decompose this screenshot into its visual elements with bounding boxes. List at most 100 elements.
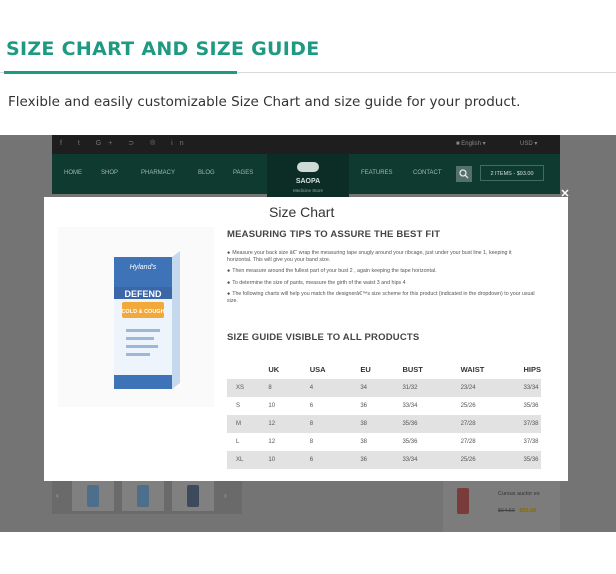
table-cell: 27/28 (451, 433, 515, 451)
language-label: English (461, 141, 481, 147)
product-image: Hyland's DEFEND COLD & COUGH (58, 227, 214, 407)
table-row: XL 10 6 36 33/34 25/26 35/36 (227, 451, 541, 469)
nav-home[interactable]: HOME (64, 170, 82, 176)
table-cell: 33/34 (393, 397, 452, 415)
currency-label: USD (520, 141, 533, 147)
table-cell: 35/36 (393, 433, 452, 451)
table-cell: 35/36 (514, 397, 541, 415)
table-cell: 36 (351, 397, 394, 415)
table-cell: S (227, 397, 260, 415)
table-cell: 37/38 (514, 415, 541, 433)
table-cell: 38 (351, 433, 394, 451)
table-cell: 37/38 (514, 433, 541, 451)
table-cell: M (227, 415, 260, 433)
table-cell: 4 (300, 379, 352, 397)
logo-tagline: Medicine Store (292, 188, 323, 193)
tip-text: Measure your back size â€“ wrap the meas… (227, 250, 512, 263)
table-cell: 35/36 (393, 415, 452, 433)
modal-title: Size Chart (269, 204, 335, 220)
table-cell: 6 (300, 451, 352, 469)
store-screenshot: f t G+ ⊃ ® in ■ English ▾ USD ▾ HOME SHO… (0, 135, 616, 532)
table-cell: L (227, 433, 260, 451)
product-brand: Hyland's (130, 264, 157, 271)
nav-features[interactable]: FEATURES (361, 170, 393, 176)
table-cell: 12 (259, 415, 301, 433)
sale-price: $55.00 (519, 508, 537, 514)
pill-logo-icon (297, 162, 319, 172)
measuring-tips: ● Measure your back size â€“ wrap the mea… (227, 250, 537, 310)
nav-shop[interactable]: SHOP (101, 170, 118, 176)
table-row: L 12 8 38 35/36 27/28 37/38 (227, 433, 541, 451)
search-button[interactable] (456, 166, 472, 182)
tip-item: ● Measure your back size â€“ wrap the mea… (227, 250, 512, 263)
old-price: $64.50 (498, 508, 515, 514)
column-header: HIPS (514, 360, 541, 379)
size-chart-modal: ✕ Size Chart Hyland's DEFEND COLD & COUG… (44, 188, 570, 481)
table-cell: 6 (300, 397, 352, 415)
related-product-name: Cursus auctor es (498, 491, 540, 497)
table-cell: XL (227, 451, 260, 469)
cart-button[interactable]: 2 ITEMS - $93.00 (480, 165, 544, 181)
table-cell: 25/26 (451, 397, 515, 415)
product-box-image: Hyland's DEFEND COLD & COUGH (114, 251, 180, 389)
tip-item: ● The following charts will help you matc… (227, 291, 535, 304)
tip-text: Then measure around the fullest part of … (232, 268, 437, 275)
product-thumbnails: ‹ › (52, 478, 242, 514)
nav-pages[interactable]: PAGES (233, 170, 253, 176)
thumb-prev-icon[interactable]: ‹ (56, 491, 59, 500)
language-select[interactable]: ■ English ▾ (456, 140, 486, 147)
product-subtitle: COLD & COUGH (121, 309, 164, 315)
logo-text: SAOPA (295, 178, 321, 185)
table-cell: 12 (259, 433, 301, 451)
nav-contact[interactable]: CONTACT (413, 170, 442, 176)
thumbnail-1[interactable] (72, 481, 114, 511)
table-cell: 8 (300, 433, 352, 451)
page-subtitle: Flexible and easily customizable Size Ch… (8, 94, 521, 110)
table-row: XS 8 4 34 31/32 23/24 33/34 (227, 379, 541, 397)
nav-blog[interactable]: BLOG (198, 170, 215, 176)
table-row: M 12 8 38 35/36 27/28 37/38 (227, 415, 541, 433)
tip-text: The following charts will help you match… (227, 291, 535, 304)
table-cell: 10 (259, 451, 301, 469)
page-title: SIZE CHART AND SIZE GUIDE (6, 38, 320, 60)
column-header: UK (259, 360, 301, 379)
table-row: S 10 6 36 33/34 25/26 35/36 (227, 397, 541, 415)
related-product-price: $64.50 $55.00 (498, 508, 536, 514)
currency-select[interactable]: USD ▾ (520, 140, 537, 147)
column-header: USA (300, 360, 352, 379)
table-cell: 36 (351, 451, 394, 469)
column-header (227, 360, 260, 379)
social-icons[interactable]: f t G+ ⊃ ® in (60, 139, 191, 147)
table-cell: 33/34 (514, 379, 541, 397)
table-cell: 31/32 (393, 379, 452, 397)
table-cell: 25/26 (451, 451, 515, 469)
title-underline (4, 71, 237, 74)
related-product-card[interactable]: Cursus auctor es $64.50 $55.00 (443, 478, 560, 532)
search-icon (459, 169, 469, 179)
product-name: DEFEND (124, 289, 162, 299)
table-cell: 10 (259, 397, 301, 415)
tip-item: ● Then measure around the fullest part of… (227, 268, 437, 275)
table-cell: 8 (259, 379, 301, 397)
table-cell: 27/28 (451, 415, 515, 433)
tip-text: To determine the size of pants, measure … (232, 279, 406, 286)
size-guide-heading: SIZE GUIDE VISIBLE TO ALL PRODUCTS (227, 332, 420, 343)
column-header: EU (351, 360, 394, 379)
size-table-header: UK USA EU BUST WAIST HIPS (227, 360, 541, 379)
thumbnail-2[interactable] (122, 481, 164, 511)
table-cell: 34 (351, 379, 394, 397)
table-cell: XS (227, 379, 260, 397)
tip-item: ● To determine the size of pants, measure… (227, 279, 406, 286)
table-cell: 23/24 (451, 379, 515, 397)
size-table: UK USA EU BUST WAIST HIPS XS 8 4 34 31/3… (227, 360, 541, 469)
nav-pharmacy[interactable]: PHARMACY (141, 170, 175, 176)
table-cell: 33/34 (393, 451, 452, 469)
store-topbar: f t G+ ⊃ ® in ■ English ▾ USD ▾ (52, 135, 560, 154)
close-icon[interactable]: ✕ (559, 188, 571, 200)
thumb-next-icon[interactable]: › (224, 491, 227, 500)
table-cell: 35/36 (514, 451, 541, 469)
table-cell: 8 (300, 415, 352, 433)
thumbnail-3[interactable] (172, 481, 214, 511)
product-bottle-image (457, 488, 469, 514)
measuring-tips-heading: MEASURING TIPS TO ASSURE THE BEST FIT (227, 229, 441, 240)
